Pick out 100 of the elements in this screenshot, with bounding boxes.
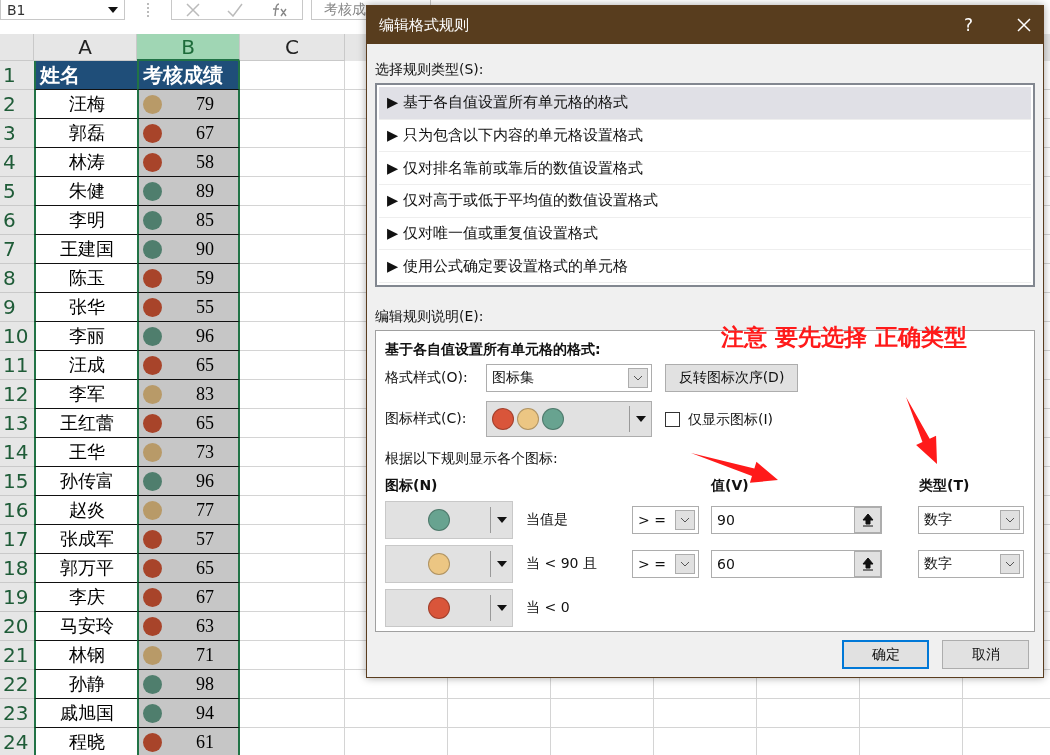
table-cell: 58 [196,151,214,173]
row-header[interactable]: 13 [0,409,34,438]
row-header[interactable]: 12 [0,380,34,409]
table-header-cell: 考核成绩 [137,61,240,90]
panel-heading: 基于各自值设置所有单元格的格式: [385,341,602,359]
column-header[interactable]: C [240,34,345,61]
column-heading: 图标(N) [385,477,439,495]
chevron-icon [1005,561,1015,567]
table-header-cell: 姓名 [34,61,137,90]
function-icon[interactable] [270,2,289,17]
table-cell: 79 [196,93,214,115]
table-cell: 67 [196,122,214,144]
column-heading: 类型(T) [919,477,971,495]
row-header[interactable]: 19 [0,583,34,612]
column-heading: 值(V) [711,477,750,495]
format-style-select[interactable]: 图标集 [486,364,652,392]
table-cell: 94 [196,702,214,724]
condition-text: 当 < 0 [525,599,571,617]
table-cell: 85 [196,209,214,231]
dialog-button[interactable]: 确定 [842,640,929,669]
table-cell: 71 [196,644,214,666]
dialog-button[interactable]: 取消 [942,640,1029,669]
row-header[interactable]: 11 [0,351,34,380]
caret-icon [108,6,118,13]
icon-select[interactable] [385,589,513,627]
row-header[interactable]: 15 [0,467,34,496]
icon-style-select[interactable] [486,401,652,437]
rule-type-item[interactable]: ▶ 基于各自值设置所有单元格的格式 [379,87,1031,120]
annotation-text: 注意 要先选择 正确类型 [721,323,967,352]
row-header[interactable]: 6 [0,206,34,235]
row-header[interactable]: 21 [0,641,34,670]
row-header[interactable]: 2 [0,90,34,119]
table-cell: 59 [196,267,214,289]
row-header[interactable]: 8 [0,264,34,293]
operator-select[interactable]: > = [632,506,699,534]
table-cell: 89 [196,180,214,202]
row-header[interactable]: 18 [0,554,34,583]
row-header[interactable]: 22 [0,670,34,699]
table-cell: 77 [196,499,214,521]
close-icon[interactable] [1017,18,1031,32]
operator-select[interactable]: > = [632,550,699,578]
row-header[interactable]: 9 [0,293,34,322]
value-input[interactable]: 60 [711,550,882,578]
table-cell: 61 [196,731,214,753]
table-cell: 65 [196,412,214,434]
chevron-icon [680,561,690,567]
section-label: 选择规则类型(S): [375,60,485,78]
upload-icon[interactable] [861,557,874,571]
row-header[interactable]: 14 [0,438,34,467]
caret-icon [635,416,646,422]
row-header[interactable]: 4 [0,148,34,177]
instruction-text: 根据以下规则显示各个图标: [385,449,558,467]
icon-select[interactable] [385,501,513,539]
caret-icon [496,517,507,523]
table-cell: 65 [196,557,214,579]
column-header[interactable]: B [137,34,240,61]
row-header[interactable]: 24 [0,728,34,755]
row-header[interactable]: 16 [0,496,34,525]
checkbox[interactable] [665,411,680,427]
row-header[interactable]: 1 [0,61,34,90]
row-header[interactable]: 7 [0,235,34,264]
help-button[interactable]: ? [963,15,973,35]
reverse-order-button[interactable]: 反转图标次序(D) [665,364,798,392]
cancel-icon[interactable] [185,2,200,17]
caret-icon [496,561,507,567]
table-cell: 98 [196,673,214,695]
table-cell: 96 [196,325,214,347]
type-select[interactable]: 数字 [918,550,1024,578]
table-cell: 63 [196,615,214,637]
checkbox-label: 仅显示图标(I) [688,410,774,428]
table-cell: 65 [196,354,214,376]
table-cell: 55 [196,296,214,318]
check-icon[interactable] [227,2,243,17]
value-input[interactable]: 90 [711,506,882,534]
section-label: 编辑规则说明(E): [375,307,485,325]
row-header[interactable]: 17 [0,525,34,554]
table-cell: 90 [196,238,214,260]
table-cell: 96 [196,470,214,492]
row-header[interactable]: 10 [0,322,34,351]
table-cell: 57 [196,528,214,550]
field-label: 图标样式(C): [385,410,468,428]
table-cell: 73 [196,441,214,463]
icon-select[interactable] [385,545,513,583]
condition-text: 当 < 90 且 [525,555,598,573]
row-header[interactable]: 3 [0,119,34,148]
column-header[interactable]: A [34,34,137,61]
window-title: 编辑格式规则 [379,15,470,35]
table-cell: 83 [196,383,214,405]
caret-icon [496,605,507,611]
row-header[interactable]: 5 [0,177,34,206]
name-box[interactable]: B1 [0,0,125,20]
row-header[interactable]: 23 [0,699,34,728]
row-header[interactable]: 20 [0,612,34,641]
table-cell: 67 [196,586,214,608]
type-select[interactable]: 数字 [918,506,1024,534]
field-label: 格式样式(O): [385,369,469,387]
condition-text: 当值是 [525,511,569,529]
upload-icon[interactable] [861,513,874,527]
chevron-icon [1005,517,1015,523]
chevron-icon [680,517,690,523]
